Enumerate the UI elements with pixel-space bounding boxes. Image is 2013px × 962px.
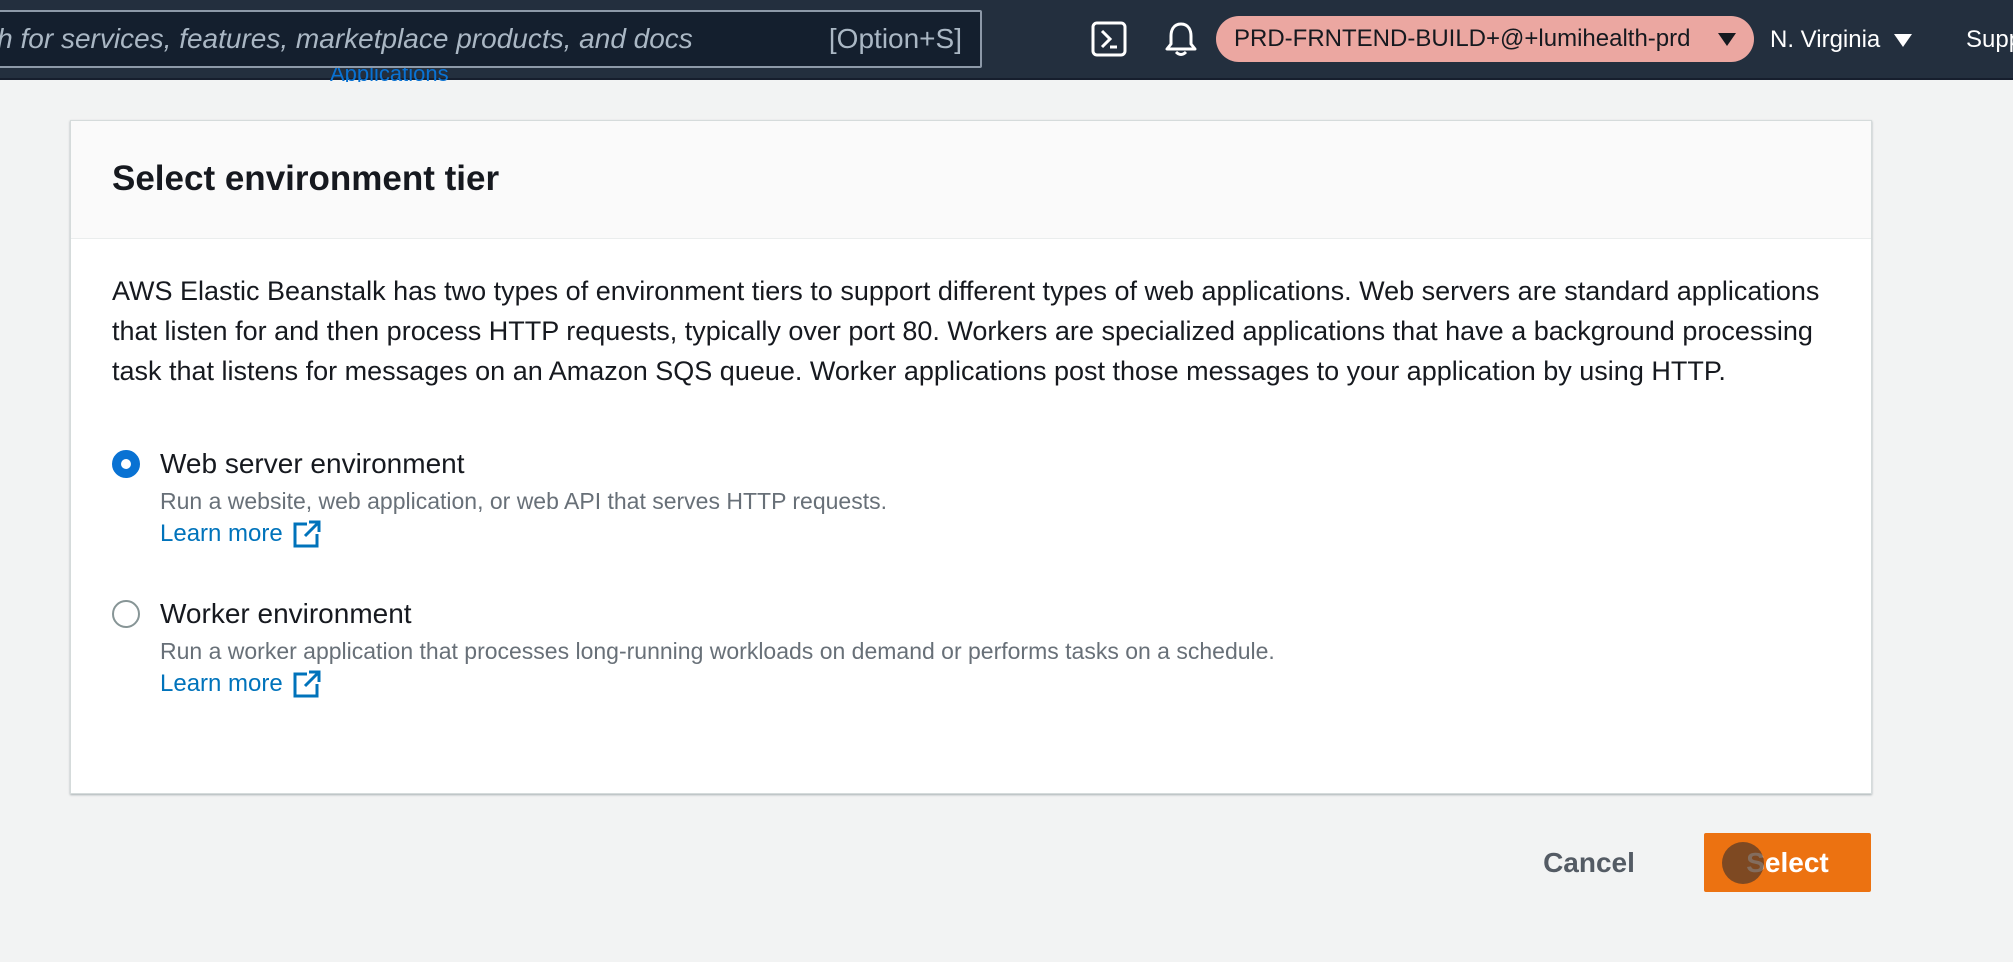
bell-icon[interactable] bbox=[1160, 18, 1202, 60]
account-label: PRD-FRNTEND-BUILD+@+lumihealth-prd bbox=[1234, 25, 1691, 52]
learn-more-link[interactable]: Learn more bbox=[160, 517, 321, 551]
learn-more-label: Learn more bbox=[160, 670, 283, 697]
learn-more-link[interactable]: Learn more bbox=[160, 667, 321, 701]
search-shortcut-hint: [Option+S] bbox=[828, 23, 962, 54]
support-menu[interactable]: Support bbox=[1966, 20, 2013, 60]
search-input[interactable] bbox=[0, 23, 724, 55]
caret-down-icon bbox=[1894, 33, 1913, 47]
tier-radio-group: Web server environment Run a website, we… bbox=[112, 445, 1830, 701]
region-selector[interactable]: N. Virginia bbox=[1770, 20, 1913, 60]
external-link-icon bbox=[293, 670, 321, 698]
account-menu[interactable]: PRD-FRNTEND-BUILD+@+lumihealth-prd bbox=[1216, 16, 1754, 62]
search-box[interactable]: [Option+S] bbox=[0, 10, 982, 68]
select-button[interactable]: Select bbox=[1704, 833, 1871, 892]
external-link-icon bbox=[293, 520, 321, 548]
caret-down-icon bbox=[1718, 32, 1736, 46]
cloudshell-icon[interactable] bbox=[1088, 18, 1130, 60]
support-label: Support bbox=[1966, 26, 2013, 53]
option-web-server[interactable]: Web server environment Run a website, we… bbox=[112, 445, 1830, 551]
environment-tier-modal: Select environment tier AWS Elastic Bean… bbox=[70, 120, 1872, 794]
breadcrumb: Applications bbox=[230, 68, 449, 82]
cancel-button[interactable]: Cancel bbox=[1530, 838, 1648, 888]
region-label: N. Virginia bbox=[1770, 26, 1881, 53]
tier-description: AWS Elastic Beanstalk has two types of e… bbox=[112, 276, 1820, 386]
learn-more-label: Learn more bbox=[160, 520, 283, 547]
radio-web-server[interactable] bbox=[112, 450, 140, 478]
modal-body: AWS Elastic Beanstalk has two types of e… bbox=[71, 239, 1871, 701]
option-description: Run a worker application that processes … bbox=[160, 638, 1275, 664]
option-worker[interactable]: Worker environment Run a worker applicat… bbox=[112, 595, 1830, 701]
option-label[interactable]: Worker environment bbox=[160, 595, 1830, 633]
modal-header: Select environment tier bbox=[71, 121, 1871, 239]
radio-worker[interactable] bbox=[112, 600, 140, 628]
option-label[interactable]: Web server environment bbox=[160, 445, 1830, 483]
breadcrumb-fragment: Applications bbox=[330, 68, 449, 82]
modal-title: Select environment tier bbox=[112, 159, 500, 198]
option-description: Run a website, web application, or web A… bbox=[160, 488, 887, 514]
